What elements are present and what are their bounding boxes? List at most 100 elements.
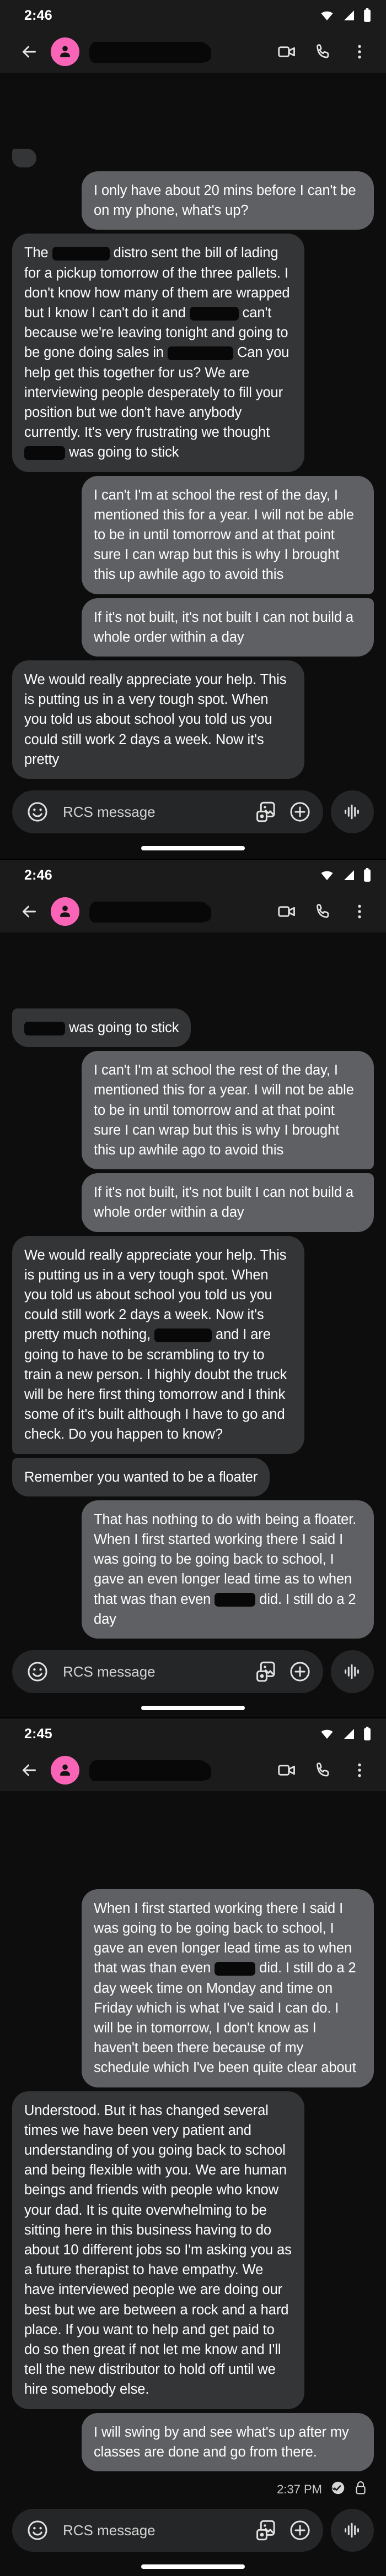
- back-button[interactable]: [17, 39, 42, 64]
- battery-icon: [363, 8, 372, 23]
- message-row: When I first started working there I sai…: [12, 1889, 374, 2087]
- video-call-button[interactable]: [276, 1759, 298, 1781]
- emoji-smiley-icon[interactable]: [25, 800, 50, 824]
- plus-circle-icon[interactable]: [288, 800, 312, 824]
- message-thread[interactable]: When I first started working there I sai…: [0, 1884, 386, 2501]
- message-row: We would really appreciate your help. Th…: [12, 660, 374, 779]
- plus-circle-icon[interactable]: [288, 1660, 312, 1684]
- phone-screenshot: 2:46 I only have about 20 mins before I c…: [0, 0, 386, 859]
- message-row: I can't I'm at school the rest of the da…: [12, 475, 374, 594]
- message-input[interactable]: RCS message: [12, 790, 323, 833]
- message-meta: 2:37 PM: [12, 2475, 374, 2501]
- redacted-contact-name: [90, 1760, 209, 1780]
- status-time: 2:46: [24, 7, 52, 23]
- message-row: I will swing by and see what's up after …: [12, 2412, 374, 2471]
- more-options-button[interactable]: [349, 1759, 371, 1781]
- cell-signal-icon: [342, 869, 356, 882]
- status-bar: 2:46: [0, 0, 386, 31]
- battery-icon: [363, 1727, 372, 1741]
- message-thread[interactable]: was going to stick I can't I'm at school …: [0, 1004, 386, 1642]
- gesture-nav-bar: [0, 1699, 386, 1717]
- message-bubble-incoming[interactable]: was going to stick: [12, 1008, 191, 1048]
- message-bubble-incoming[interactable]: [12, 148, 36, 167]
- gesture-pill[interactable]: [141, 2564, 245, 2569]
- back-button[interactable]: [17, 1758, 42, 1783]
- message-input-placeholder: RCS message: [63, 1663, 156, 1680]
- redacted-text: [154, 1328, 212, 1343]
- status-time: 2:46: [24, 867, 52, 883]
- status-icons: [319, 868, 372, 882]
- voice-waveform-icon[interactable]: [331, 790, 374, 833]
- gesture-pill[interactable]: [141, 1706, 245, 1710]
- message-bubble-incoming[interactable]: We would really appreciate your help. Th…: [12, 660, 304, 779]
- voice-waveform-icon[interactable]: [331, 1650, 374, 1693]
- phone-call-button[interactable]: [312, 901, 334, 923]
- message-bubble-outgoing[interactable]: That has nothing to do with being a floa…: [82, 1500, 374, 1639]
- message-bubble-incoming[interactable]: The distro sent the bill of lading for a…: [12, 234, 304, 472]
- avatar[interactable]: [51, 897, 79, 926]
- emoji-smiley-icon[interactable]: [25, 1660, 50, 1684]
- redacted-text: [167, 346, 233, 361]
- redacted-contact-name: [90, 42, 209, 62]
- wifi-icon: [319, 1727, 335, 1740]
- redacted-contact-name: [90, 902, 209, 921]
- message-thread[interactable]: I only have about 20 mins before I can't…: [0, 144, 386, 783]
- redacted-text: [215, 1593, 256, 1607]
- back-button[interactable]: [17, 899, 42, 924]
- phone-screenshot: 2:45 When I first started working there I…: [0, 1717, 386, 2576]
- message-bubble-outgoing[interactable]: I can't I'm at school the rest of the da…: [82, 475, 374, 594]
- message-bubble-outgoing[interactable]: I only have about 20 mins before I can't…: [82, 171, 374, 230]
- wifi-icon: [319, 9, 335, 22]
- redacted-text: [189, 306, 239, 321]
- phone-call-button[interactable]: [312, 41, 334, 63]
- message-bubble-incoming[interactable]: Remember you wanted to be a floater: [12, 1457, 270, 1496]
- video-call-button[interactable]: [276, 901, 298, 923]
- plus-circle-icon[interactable]: [288, 2518, 312, 2542]
- message-bubble-outgoing[interactable]: I will swing by and see what's up after …: [82, 2412, 374, 2471]
- composer: RCS message: [0, 1642, 386, 1699]
- message-row: [12, 148, 374, 167]
- cell-signal-icon: [342, 1727, 356, 1740]
- gallery-image-icon[interactable]: [254, 1660, 278, 1684]
- delivered-double-check-icon: [330, 2480, 346, 2499]
- message-bubble-incoming[interactable]: Understood. But it has changed several t…: [12, 2091, 304, 2409]
- status-bar: 2:46: [0, 860, 386, 891]
- message-input[interactable]: RCS message: [12, 1650, 323, 1693]
- contact-name[interactable]: [86, 1759, 276, 1781]
- avatar[interactable]: [51, 1756, 79, 1785]
- gallery-image-icon[interactable]: [254, 2518, 278, 2542]
- more-options-button[interactable]: [349, 901, 371, 923]
- contact-name[interactable]: [86, 901, 276, 923]
- more-options-button[interactable]: [349, 41, 371, 63]
- message-bubble-outgoing[interactable]: I can't I'm at school the rest of the da…: [82, 1051, 374, 1170]
- emoji-smiley-icon[interactable]: [25, 2518, 50, 2542]
- message-input[interactable]: RCS message: [12, 2509, 323, 2552]
- app-bar: [0, 891, 386, 932]
- phone-call-button[interactable]: [312, 1759, 334, 1781]
- video-call-button[interactable]: [276, 41, 298, 63]
- app-bar-actions: [276, 901, 374, 923]
- status-icons: [319, 8, 372, 23]
- status-icons: [319, 1727, 372, 1741]
- message-bubble-outgoing[interactable]: When I first started working there I sai…: [82, 1889, 374, 2087]
- lock-icon: [354, 2480, 367, 2498]
- app-bar-actions: [276, 1759, 374, 1781]
- message-bubble-outgoing[interactable]: If it's not built, it's not built I can …: [82, 1173, 374, 1232]
- message-bubble-incoming[interactable]: We would really appreciate your help. Th…: [12, 1235, 304, 1454]
- message-row: The distro sent the bill of lading for a…: [12, 234, 374, 472]
- voice-waveform-icon[interactable]: [331, 2509, 374, 2552]
- message-input-placeholder: RCS message: [63, 2521, 156, 2539]
- gesture-pill[interactable]: [141, 846, 245, 850]
- message-row: Understood. But it has changed several t…: [12, 2091, 374, 2409]
- avatar[interactable]: [51, 37, 79, 66]
- gallery-image-icon[interactable]: [254, 800, 278, 824]
- gesture-nav-bar: [0, 839, 386, 858]
- message-row: We would really appreciate your help. Th…: [12, 1235, 374, 1454]
- contact-name[interactable]: [86, 41, 276, 63]
- message-timestamp: 2:37 PM: [277, 2482, 322, 2496]
- redacted-text: [215, 1962, 256, 1976]
- message-row: That has nothing to do with being a floa…: [12, 1500, 374, 1639]
- app-bar: [0, 31, 386, 73]
- message-row: I can't I'm at school the rest of the da…: [12, 1051, 374, 1170]
- message-bubble-outgoing[interactable]: If it's not built, it's not built I can …: [82, 598, 374, 657]
